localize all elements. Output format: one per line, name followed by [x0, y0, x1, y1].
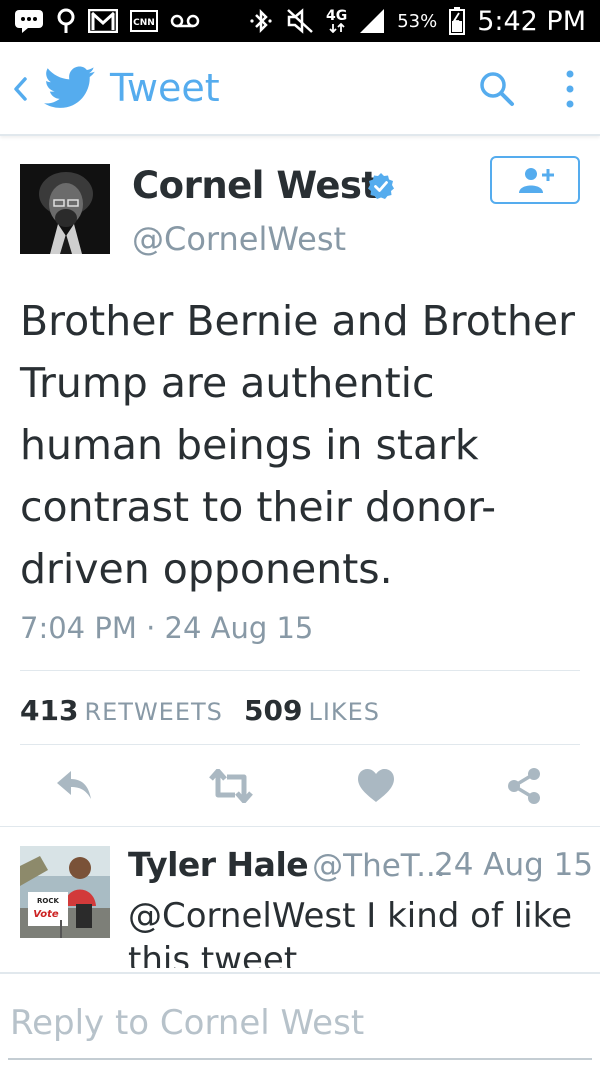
tweet-timestamp: 7:04 PM · 24 Aug 15: [20, 611, 314, 645]
reply-text[interactable]: @CornelWest I kind of like this tweet: [128, 894, 588, 968]
reply-author-handle[interactable]: @TheT...: [312, 848, 445, 884]
bluetooth-icon: [248, 8, 274, 34]
cnn-icon: CNN: [130, 8, 158, 34]
battery-icon: [449, 7, 466, 35]
svg-text:CNN: CNN: [133, 18, 155, 28]
tweet-stats: 413 RETWEETS 509 LIKES: [20, 694, 396, 724]
add-user-icon: [519, 168, 554, 193]
author-avatar[interactable]: [20, 164, 110, 254]
sign-text: Vote: [33, 909, 59, 920]
author-name[interactable]: Cornel West: [132, 164, 379, 207]
like-count[interactable]: 509 LIKES: [244, 694, 396, 724]
follow-button[interactable]: [490, 156, 580, 204]
status-bar: CNN 4G 53% 5:42 PM: [0, 0, 600, 42]
like-icon: [358, 769, 394, 802]
divider: [0, 826, 600, 827]
app-header: Tweet: [0, 42, 600, 136]
location-icon: [56, 8, 76, 34]
verified-badge-icon: [368, 173, 394, 199]
reply-author-name[interactable]: Tyler Hale: [128, 845, 309, 884]
network-4g-icon: 4G: [326, 8, 347, 34]
tweet-text-line: driven opponents.: [20, 545, 393, 593]
more-options-icon[interactable]: [560, 64, 580, 114]
mute-icon: [286, 8, 314, 34]
reply-input[interactable]: [8, 1000, 592, 1060]
reply-button[interactable]: [52, 764, 96, 808]
back-chevron-icon[interactable]: [10, 70, 30, 108]
twitter-bird-icon[interactable]: [44, 66, 96, 110]
tweet-text: Brother Bernie and Brother Trump are aut…: [20, 290, 590, 600]
voicemail-icon: [170, 8, 200, 34]
reply-header: Tyler Hale @TheT...: [128, 845, 446, 884]
like-button[interactable]: [354, 764, 398, 808]
svg-text:ROCK: ROCK: [37, 897, 59, 905]
retweet-button[interactable]: [207, 764, 255, 808]
signal-icon: [359, 8, 385, 34]
tweet-text-line: human beings in stark: [20, 421, 479, 469]
divider: [20, 670, 580, 671]
share-button[interactable]: [502, 764, 546, 808]
tweet-text-line: Brother Bernie and Brother: [20, 297, 575, 345]
page-title: Tweet: [110, 66, 220, 110]
status-system: 4G 53% 5:42 PM: [248, 6, 586, 37]
battery-percent: 53%: [397, 10, 438, 32]
tweet-detail-screen: CNN 4G 53% 5:42 PM Tweet Cornel West @Co…: [0, 0, 600, 1067]
share-icon: [508, 768, 540, 804]
retweet-icon: [209, 769, 253, 803]
divider: [20, 744, 580, 745]
gmail-icon: [88, 8, 118, 34]
tweet-text-line: contrast to their donor-: [20, 483, 497, 531]
reply-date: 24 Aug 15: [434, 847, 594, 883]
reply-composer: [0, 972, 600, 1067]
author-handle[interactable]: @CornelWest: [132, 220, 346, 258]
status-notifications: CNN: [14, 8, 200, 34]
reply-avatar[interactable]: ROCK Vote: [20, 846, 110, 938]
reply-icon: [57, 771, 91, 799]
search-icon[interactable]: [476, 68, 518, 110]
tweet-text-line: Trump are authentic: [20, 359, 435, 407]
status-time: 5:42 PM: [477, 5, 586, 37]
chat-icon: [14, 8, 44, 34]
reply-text-line: this tweet: [128, 940, 298, 968]
retweet-count[interactable]: 413 RETWEETS: [20, 694, 244, 724]
reply-text-line: @CornelWest I kind of like: [128, 896, 573, 936]
